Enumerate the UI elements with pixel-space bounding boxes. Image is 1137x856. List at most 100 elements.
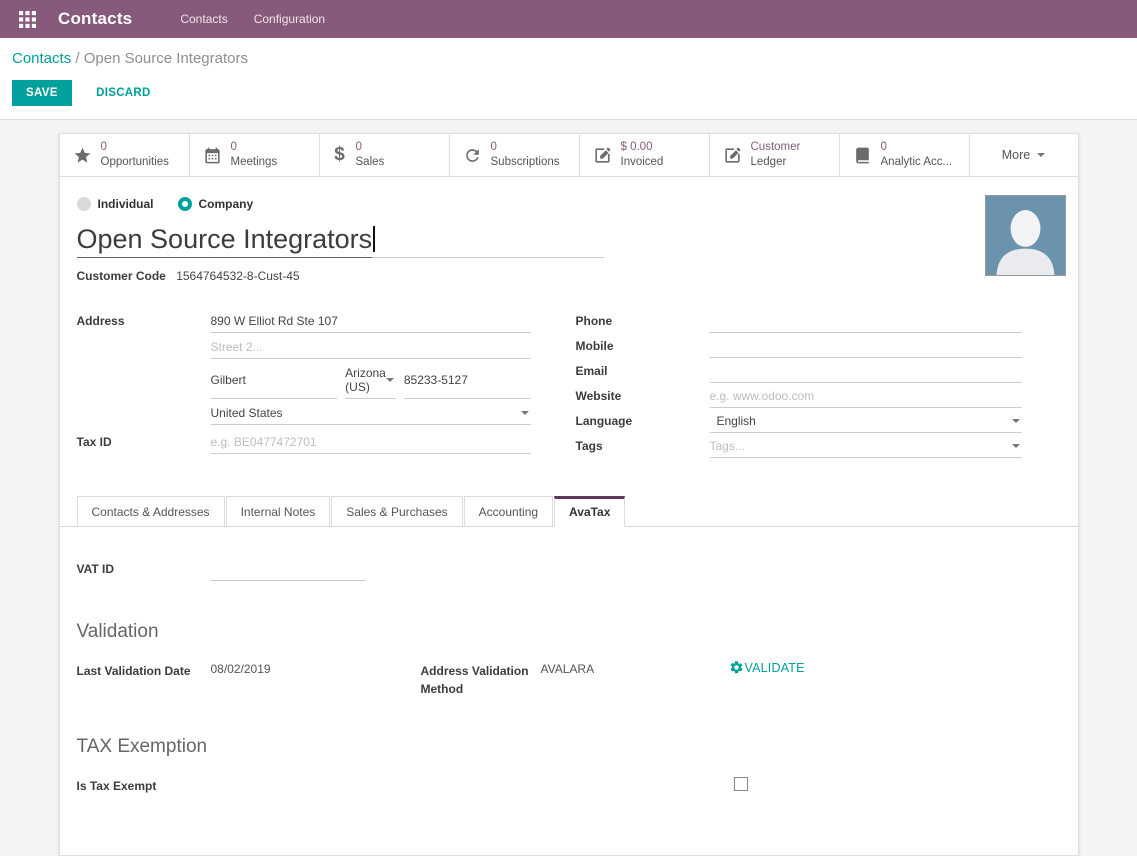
stat-button-customer-ledger[interactable]: Customer Ledger (710, 134, 840, 176)
tab-bar: Contacts & Addresses Internal Notes Sale… (60, 496, 1078, 527)
book-icon (853, 146, 872, 165)
city-input[interactable] (211, 362, 338, 399)
is-tax-exempt-checkbox[interactable] (734, 777, 748, 791)
stat-button-row: 0 Opportunities 0 Meetings $ 0 Sales (60, 134, 1078, 177)
right-column: Phone Mobile Email Website (576, 310, 1061, 460)
stat-label: Invoiced (621, 155, 664, 170)
company-avatar[interactable] (985, 195, 1066, 276)
stat-button-opportunities[interactable]: 0 Opportunities (60, 134, 190, 176)
email-label: Email (576, 360, 710, 378)
tax-id-input[interactable] (211, 431, 531, 454)
star-icon (73, 146, 92, 165)
chevron-down-icon (1012, 444, 1020, 448)
app-title[interactable]: Contacts (58, 9, 132, 29)
state-select[interactable]: Arizona (US) (345, 362, 396, 399)
tab-internal-notes[interactable]: Internal Notes (226, 496, 331, 527)
tax-id-label: Tax ID (77, 431, 211, 449)
breadcrumb-current: Open Source Integrators (84, 50, 248, 67)
text-cursor (373, 226, 375, 252)
street2-input[interactable] (211, 336, 531, 359)
tags-select[interactable]: Tags... (710, 435, 1022, 458)
chevron-down-icon (1012, 419, 1020, 423)
avatax-tab-content: VAT ID Validation Last Validation Date 0… (60, 527, 1078, 855)
discard-button[interactable]: DISCARD (90, 86, 157, 100)
language-select[interactable]: English (710, 410, 1022, 433)
avatar-placeholder-image (986, 196, 1065, 275)
top-navbar: Contacts Contacts Configuration (0, 0, 1137, 38)
dollar-icon: $ (333, 144, 347, 166)
breadcrumb: Contacts / Open Source Integrators (12, 50, 1125, 67)
website-input[interactable] (710, 385, 1022, 408)
zip-input[interactable] (404, 362, 531, 399)
address-label: Address (77, 310, 211, 328)
stat-value: 0 (491, 140, 560, 155)
last-validation-date-value: 08/02/2019 (211, 662, 421, 676)
customer-code-row: Customer Code 1564764532-8-Cust-45 (77, 269, 1061, 283)
radio-circle-icon (77, 197, 91, 211)
edit-icon (723, 146, 742, 165)
menu-contacts[interactable]: Contacts (180, 12, 227, 26)
tags-label: Tags (576, 435, 710, 453)
stat-label: Sales (356, 155, 385, 170)
mobile-label: Mobile (576, 335, 710, 353)
tab-sales-purchases[interactable]: Sales & Purchases (331, 496, 462, 527)
menu-configuration[interactable]: Configuration (254, 12, 325, 26)
state-value: Arizona (US) (345, 366, 386, 394)
form-body: Individual Company Open Source Integrato… (60, 177, 1078, 460)
stat-button-subscriptions[interactable]: 0 Subscriptions (450, 134, 580, 176)
breadcrumb-parent-link[interactable]: Contacts (12, 50, 71, 67)
vat-id-label: VAT ID (77, 558, 211, 576)
stat-value: 0 (231, 140, 278, 155)
tab-accounting[interactable]: Accounting (464, 496, 553, 527)
address-validation-method-label: Address Validation Method (421, 662, 541, 698)
phone-input[interactable] (710, 310, 1022, 333)
top-menu: Contacts Configuration (180, 12, 325, 26)
save-button[interactable]: SAVE (12, 80, 72, 106)
more-dropdown-button[interactable]: More (970, 134, 1078, 176)
tags-placeholder: Tags... (710, 439, 745, 453)
stat-button-sales[interactable]: $ 0 Sales (320, 134, 450, 176)
tab-avatax[interactable]: AvaTax (554, 496, 625, 527)
calendar-icon (203, 146, 222, 165)
last-validation-date-label: Last Validation Date (77, 662, 211, 680)
country-value: United States (211, 406, 283, 420)
stat-button-meetings[interactable]: 0 Meetings (190, 134, 320, 176)
stat-button-invoiced[interactable]: $ 0.00 Invoiced (580, 134, 710, 176)
company-name-input[interactable]: Open Source Integrators (77, 224, 604, 258)
breadcrumb-separator: / (75, 50, 79, 67)
validate-button[interactable]: VALIDATE (729, 660, 805, 675)
street-input[interactable] (211, 310, 531, 333)
radio-circle-checked-icon (178, 197, 192, 211)
stat-value: Customer (751, 140, 801, 155)
stat-label: Meetings (231, 155, 278, 170)
tax-exemption-section-title: TAX Exemption (77, 736, 1061, 758)
stat-value: 0 (101, 140, 169, 155)
mobile-input[interactable] (710, 335, 1022, 358)
gears-icon (729, 660, 744, 675)
country-select[interactable]: United States (211, 402, 531, 425)
customer-code-value: 1564764532-8-Cust-45 (176, 269, 299, 283)
email-input[interactable] (710, 360, 1022, 383)
stat-label: Subscriptions (491, 155, 560, 170)
address-validation-method-value: AVALARA (541, 662, 691, 676)
company-type-selector: Individual Company (77, 197, 1061, 211)
form-sheet: 0 Opportunities 0 Meetings $ 0 Sales (59, 133, 1079, 856)
radio-individual-label: Individual (98, 197, 154, 211)
customer-code-label: Customer Code (77, 269, 166, 283)
is-tax-exempt-label: Is Tax Exempt (77, 777, 211, 795)
stat-label: Ledger (751, 155, 801, 170)
vat-id-input[interactable] (211, 558, 366, 581)
stat-label: Analytic Acc... (881, 155, 953, 170)
website-label: Website (576, 385, 710, 403)
radio-company[interactable]: Company (178, 197, 254, 211)
chevron-down-icon (386, 378, 394, 382)
stat-value: 0 (356, 140, 385, 155)
phone-label: Phone (576, 310, 710, 328)
apps-grid-icon[interactable] (6, 11, 48, 28)
language-label: Language (576, 410, 710, 428)
radio-individual[interactable]: Individual (77, 197, 154, 211)
stat-button-analytic-accounts[interactable]: 0 Analytic Acc... (840, 134, 970, 176)
more-label: More (1002, 148, 1030, 162)
notebook: Contacts & Addresses Internal Notes Sale… (60, 496, 1078, 855)
tab-contacts-addresses[interactable]: Contacts & Addresses (77, 496, 225, 527)
